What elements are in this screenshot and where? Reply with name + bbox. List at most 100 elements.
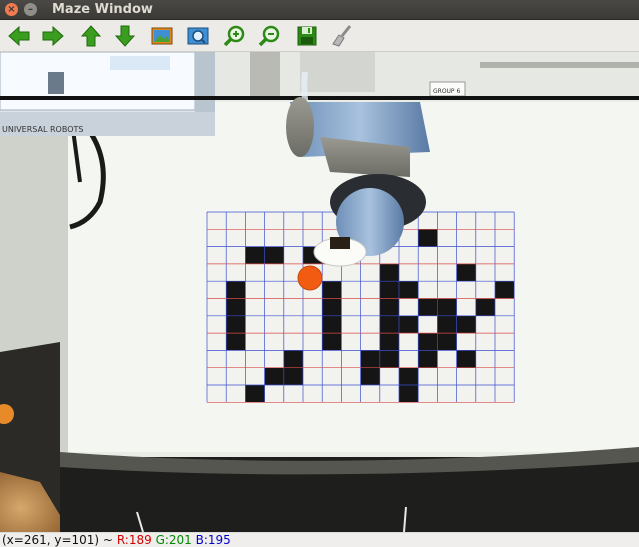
- maze-cell: [418, 315, 438, 334]
- status-bar: (x=261, y=101) ~ R:189 G:201 B:195: [0, 533, 639, 547]
- maze-cell: [495, 367, 515, 385]
- zoom-in-button[interactable]: [222, 23, 248, 49]
- maze-cell: [437, 298, 457, 316]
- window-title: Maze Window: [52, 2, 153, 17]
- maze-cell: [418, 246, 438, 264]
- maze-cell: [264, 350, 284, 368]
- maze-cell: [456, 229, 476, 247]
- maze-cell: [379, 298, 399, 316]
- maze-cell: [322, 298, 342, 316]
- properties-button[interactable]: [329, 23, 355, 49]
- maze-cell: [475, 229, 495, 247]
- maze-cell: [283, 367, 303, 385]
- maze-cell: [341, 333, 361, 351]
- zoom-out-button[interactable]: [257, 23, 283, 49]
- pan-left-button[interactable]: [6, 23, 32, 49]
- pan-up-button[interactable]: [78, 23, 104, 49]
- maze-cell: [456, 281, 476, 299]
- maze-cell: [399, 333, 419, 351]
- maze-cell: [360, 263, 380, 282]
- maze-cell: [303, 315, 323, 334]
- arrow-up-icon: [80, 25, 102, 47]
- maze-cell: [495, 212, 515, 230]
- maze-cell: [456, 385, 476, 403]
- maze-cell: [303, 212, 323, 230]
- save-button[interactable]: [294, 23, 320, 49]
- maze-cell: [437, 350, 457, 368]
- maze-cell: [399, 246, 419, 264]
- maze-cell: [399, 350, 419, 368]
- close-window-button[interactable]: ×: [5, 3, 18, 16]
- maze-cell: [245, 367, 265, 385]
- maze-cell: [283, 315, 303, 334]
- maze-cell: [399, 367, 419, 385]
- maze-cell: [226, 298, 246, 316]
- maze-cell: [360, 367, 380, 385]
- maze-cell: [264, 298, 284, 316]
- maze-cell: [226, 385, 246, 403]
- zoom-fit-button[interactable]: [185, 23, 211, 49]
- maze-cell: [341, 263, 361, 282]
- maze-cell: [475, 298, 495, 316]
- arrow-right-icon: [42, 25, 64, 47]
- group-tag-text: GROUP 6: [433, 88, 460, 95]
- pan-right-button[interactable]: [40, 23, 66, 49]
- maze-cell: [456, 315, 476, 334]
- maze-cell: [456, 350, 476, 368]
- zoom-fit-icon: [187, 27, 209, 45]
- maze-cell: [437, 246, 457, 264]
- maze-cell: [322, 385, 342, 403]
- maze-cell: [264, 263, 284, 282]
- maze-cell: [456, 212, 476, 230]
- maze-cell: [322, 367, 342, 385]
- camera-image-view[interactable]: UNIVERSAL ROBOTS GROUP 6: [0, 52, 639, 532]
- maze-cell: [456, 263, 476, 282]
- maze-cell: [245, 212, 265, 230]
- maze-cell: [303, 350, 323, 368]
- maze-cell: [283, 385, 303, 403]
- maze-cell: [456, 246, 476, 264]
- maze-cell: [283, 298, 303, 316]
- maze-cell: [437, 229, 457, 247]
- maze-cell: [264, 212, 284, 230]
- maze-cell: [245, 263, 265, 282]
- maze-cell: [341, 367, 361, 385]
- maze-cell: [456, 367, 476, 385]
- minimize-window-button[interactable]: –: [24, 3, 37, 16]
- maze-cell: [264, 281, 284, 299]
- maze-cell: [207, 281, 227, 299]
- maze-cell: [226, 263, 246, 282]
- maze-cell: [207, 367, 227, 385]
- camera-frame: UNIVERSAL ROBOTS GROUP 6: [0, 52, 639, 532]
- maze-cell: [207, 350, 227, 368]
- zoom-original-button[interactable]: [149, 23, 175, 49]
- maze-cell: [245, 350, 265, 368]
- maze-cell: [360, 385, 380, 403]
- maze-cell: [341, 315, 361, 334]
- maze-cell: [379, 367, 399, 385]
- brush-icon: [332, 25, 352, 47]
- pan-down-button[interactable]: [112, 23, 138, 49]
- zoom-out-icon: [258, 25, 280, 47]
- maze-cell: [399, 315, 419, 334]
- blue-value: B:195: [195, 533, 231, 547]
- maze-cell: [379, 333, 399, 351]
- maze-cell: [341, 298, 361, 316]
- maze-cell: [245, 385, 265, 403]
- maze-cell: [379, 350, 399, 368]
- maze-cell: [322, 263, 342, 282]
- maze-cell: [475, 315, 495, 334]
- maze-cell: [475, 246, 495, 264]
- maze-cell: [475, 212, 495, 230]
- maze-cell: [437, 333, 457, 351]
- maze-marker-ball: [297, 265, 323, 291]
- maze-cell: [437, 367, 457, 385]
- maze-cell: [475, 367, 495, 385]
- maze-cell: [456, 298, 476, 316]
- maze-cell: [207, 333, 227, 351]
- floppy-disk-icon: [297, 26, 317, 46]
- maze-cell: [245, 315, 265, 334]
- maze-cell: [303, 298, 323, 316]
- maze-cell: [207, 246, 227, 264]
- maze-cell: [303, 367, 323, 385]
